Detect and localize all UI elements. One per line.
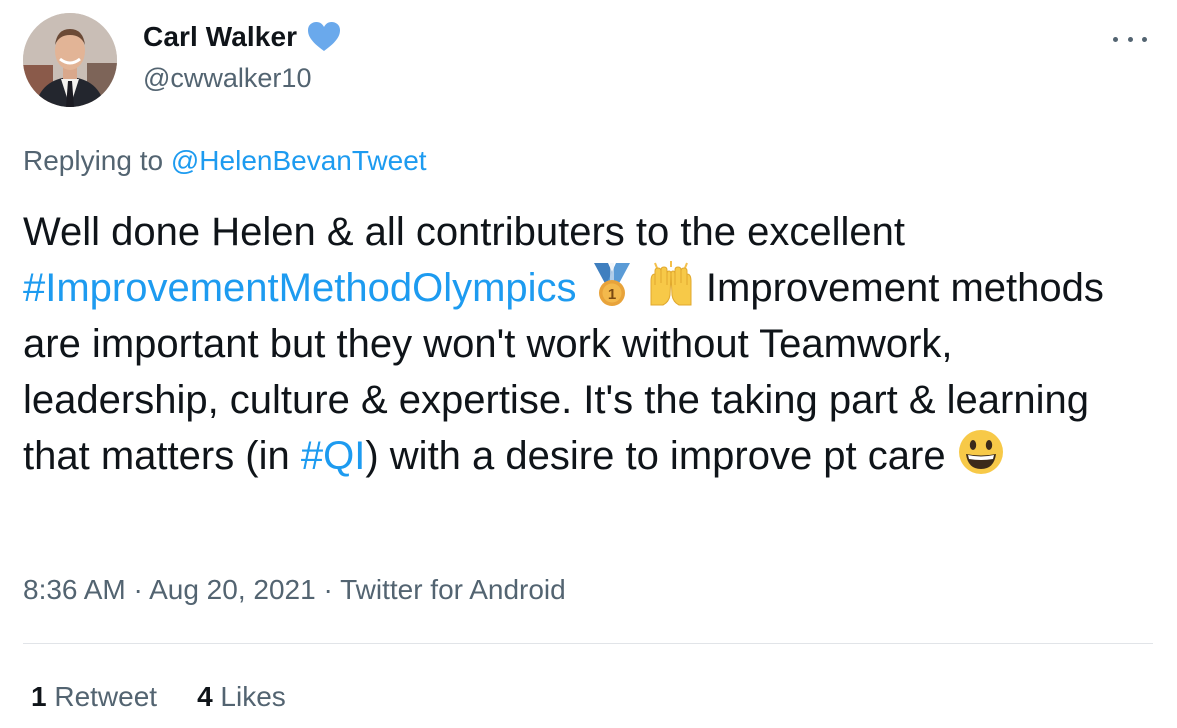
author-handle[interactable]: @cwwalker10 — [143, 63, 311, 94]
verified-badge-icon — [306, 20, 342, 54]
first-place-medal-icon: 1 — [588, 261, 636, 307]
tweet-time[interactable]: 8:36 AM — [23, 574, 126, 605]
reply-to-handle-link[interactable]: @HelenBevanTweet — [171, 145, 427, 176]
hashtag-qi[interactable]: #QI — [301, 434, 365, 478]
like-count: 4 — [197, 681, 213, 712]
tweet-date[interactable]: Aug 20, 2021 — [149, 574, 316, 605]
likes-stat[interactable]: 4 Likes — [197, 681, 286, 713]
tweet-source[interactable]: Twitter for Android — [340, 574, 566, 605]
meta-separator: · — [315, 574, 341, 605]
retweets-stat[interactable]: 1 Retweet — [31, 681, 157, 713]
author-display-name[interactable]: Carl Walker — [143, 21, 297, 53]
replying-to: Replying to @HelenBevanTweet — [23, 145, 427, 177]
raising-hands-icon — [647, 261, 695, 307]
like-label: Likes — [212, 681, 286, 712]
tweet-text-segment: Well done Helen & all contributers to th… — [23, 210, 905, 254]
hashtag-improvement-method-olympics[interactable]: #ImprovementMethodOlympics — [23, 266, 577, 310]
engagement-stats: 1 Retweet 4 Likes — [31, 681, 326, 713]
author-name-row: Carl Walker — [143, 20, 342, 54]
replying-prefix: Replying to — [23, 145, 171, 176]
dot-icon — [1142, 36, 1147, 42]
smiling-face-icon — [957, 429, 1005, 475]
meta-separator: · — [125, 574, 150, 605]
dot-icon — [1127, 36, 1133, 42]
tweet-text: Well done Helen & all contributers to th… — [23, 204, 1153, 484]
tweet-text-segment: ) with a desire to improve pt care — [365, 434, 957, 478]
svg-text:1: 1 — [608, 286, 616, 303]
dot-icon — [1113, 36, 1118, 42]
divider — [23, 643, 1153, 644]
tweet-meta: 8:36 AM · Aug 20, 2021 · Twitter for And… — [23, 574, 566, 606]
avatar[interactable] — [23, 13, 117, 107]
more-options-icon[interactable] — [1113, 24, 1147, 54]
retweet-count: 1 — [31, 681, 47, 712]
retweet-label: Retweet — [46, 681, 158, 712]
